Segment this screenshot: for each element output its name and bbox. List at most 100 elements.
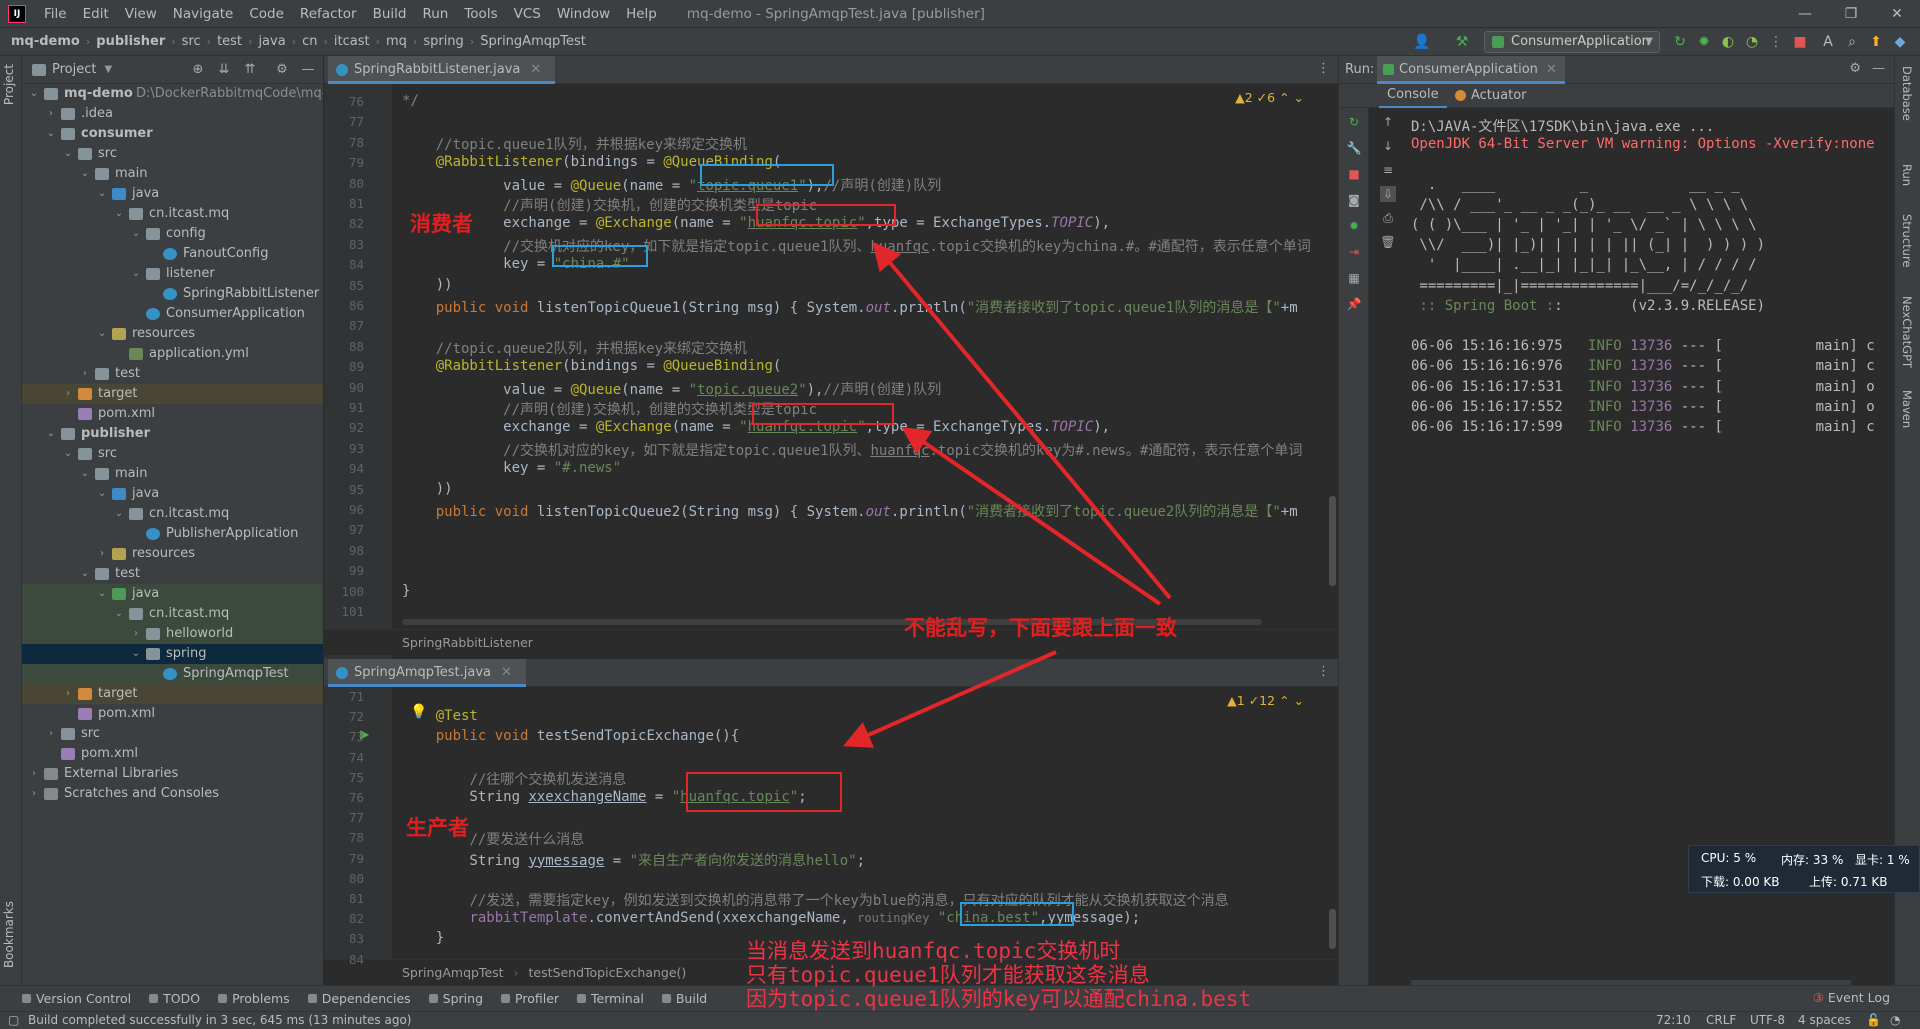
chevron-down-icon[interactable]: ⌄ [45,424,57,444]
tree-item[interactable]: pom.xml [22,404,323,424]
expand-all-icon[interactable]: ⇊ [216,62,232,78]
rerun-icon[interactable]: ↻ [1346,114,1362,130]
code-line[interactable]: //topic.queue2队列，并根据key来绑定交换机 [402,338,747,358]
hide-panel-icon[interactable]: — [300,62,316,78]
menu-file[interactable]: File [36,6,75,22]
more-run-icon[interactable]: ⋮ [1766,32,1786,52]
code-line[interactable]: } [402,930,444,946]
toolwin-problems[interactable]: Problems [214,991,304,1006]
ide-logo-icon[interactable]: ◆ [1890,32,1910,52]
locate-icon[interactable]: ⊕ [190,62,206,78]
crumb-publisher[interactable]: publisher [93,34,168,49]
tree-item[interactable]: ConsumerApplication [22,304,323,324]
chevron-right-icon[interactable]: › [28,784,40,804]
chevron-down-icon[interactable]: ⌄ [45,124,57,144]
crumb-class[interactable]: SpringAmqpTest [402,965,504,980]
chevron-down-icon[interactable]: ⌄ [130,644,142,664]
code-line[interactable]: String yymessage = "来自生产者向你发送的消息hello"; [402,850,865,870]
chevron-down-icon[interactable]: ⌄ [113,604,125,624]
close-tab-icon[interactable]: ✕ [501,665,512,680]
menu-edit[interactable]: Edit [75,6,117,22]
tree-item[interactable]: › resources [22,544,323,564]
tab-springamqptest[interactable]: SpringAmqpTest.java ✕ [328,659,526,687]
chevron-down-icon[interactable]: ⌄ [96,484,108,504]
toolwin-profiler[interactable]: Profiler [497,991,573,1006]
close-tab-icon[interactable]: ✕ [530,62,541,77]
lock-icon[interactable]: 🔓 [1866,1012,1881,1029]
tree-item[interactable]: application.yml [22,344,323,364]
code-line[interactable]: */ [402,93,419,109]
tab-springrabbitlistener[interactable]: SpringRabbitListener.java ✕ [328,56,556,84]
chevron-right-icon[interactable]: › [45,724,57,744]
gear-icon[interactable]: ⚙ [1849,61,1861,76]
tree-item[interactable]: FanoutConfig [22,244,323,264]
code-line[interactable]: )) [402,277,453,293]
nexchatgpt-tool-tab[interactable]: NexChatGPT [1900,296,1914,368]
lightbulb-icon[interactable]: 💡 [410,704,427,720]
toolwin-dependencies[interactable]: Dependencies [304,991,425,1006]
crumb-mq-demo[interactable]: mq-demo [8,34,83,49]
gear-icon[interactable]: ⚙ [274,62,290,78]
code-line[interactable]: public void listenTopicQueue2(String msg… [402,501,1298,521]
crumb-mq[interactable]: mq [383,34,410,49]
coverage-icon[interactable]: ◐ [1718,32,1738,52]
tree-item[interactable]: ⌄ config [22,224,323,244]
chevron-down-icon[interactable]: ⌄ [130,224,142,244]
debug-icon[interactable]: ✹ [1346,218,1362,234]
run-config-select[interactable]: ConsumerApplication ▼ [1484,31,1660,53]
chevron-right-icon[interactable]: › [96,544,108,564]
chevron-down-icon[interactable]: ⌄ [96,324,108,344]
user-icon[interactable]: 👤 [1412,32,1432,52]
tree-item[interactable]: ⌄ main [22,464,323,484]
camera-icon[interactable]: ◙ [1346,192,1362,208]
search-everywhere-icon[interactable]: ⌕ [1842,32,1862,52]
menu-code[interactable]: Code [241,6,292,22]
tree-item[interactable]: › target [22,684,323,704]
tree-item[interactable]: › target [22,384,323,404]
tree-item[interactable]: ⌄ consumer [22,124,323,144]
tree-item[interactable]: ⌄ main [22,164,323,184]
menu-refactor[interactable]: Refactor [292,6,365,22]
tree-item[interactable]: › src [22,724,323,744]
arrow-down-icon[interactable]: ↓ [1380,138,1396,154]
tab-actuator[interactable]: Actuator [1451,84,1535,108]
line-separator[interactable]: CRLF [1706,1012,1736,1029]
tree-item[interactable]: ⌄ java [22,184,323,204]
chevron-down-icon[interactable]: ⌄ [113,204,125,224]
tree-item[interactable]: › .idea [22,104,323,124]
code-line[interactable]: value = @Queue(name = "topic.queue2"),//… [402,379,941,399]
chevron-right-icon[interactable]: › [62,384,74,404]
update-icon[interactable]: ⬆ [1866,32,1886,52]
code-line[interactable]: value = @Queue(name = "topic.queue1"),//… [402,175,941,195]
toolwin-todo[interactable]: TODO [145,991,214,1006]
run-tool-tab[interactable]: Run [1900,164,1914,186]
code-line[interactable]: //交换机对应的key，如下就是指定topic.queue1队列、huanfqc… [402,236,1311,256]
toolwin-build[interactable]: Build [658,991,721,1006]
crumb-method[interactable]: testSendTopicExchange() [529,965,687,980]
inspection-widget[interactable]: ▲1 ✓12 ⌃ ⌄ [1227,693,1304,708]
menu-view[interactable]: View [117,6,165,22]
tree-item[interactable]: › test [22,364,323,384]
toolwin-terminal[interactable]: Terminal [573,991,658,1006]
menu-vcs[interactable]: VCS [506,6,549,22]
tree-item[interactable]: ⌄ src [22,144,323,164]
status-message[interactable]: Build completed successfully in 3 sec, 6… [28,1012,411,1029]
chevron-down-icon[interactable]: ⌄ [96,584,108,604]
chevron-right-icon[interactable]: › [28,764,40,784]
tree-item[interactable]: › Scratches and Consoles [22,784,323,804]
close-tab-icon[interactable]: ✕ [1546,62,1557,77]
chevron-down-icon[interactable]: ⌄ [79,564,91,584]
tree-item[interactable]: ⌄ cn.itcast.mq [22,504,323,524]
soft-wrap-icon[interactable]: ≡ [1380,162,1396,178]
chevron-right-icon[interactable]: › [62,684,74,704]
debug-icon[interactable]: ✹ [1694,32,1714,52]
crumb-java[interactable]: java [255,34,288,49]
restore-icon[interactable]: ❐ [1828,0,1874,28]
file-encoding[interactable]: UTF-8 [1750,1012,1785,1029]
code-line[interactable]: //topic.queue1队列，并根据key来绑定交换机 [402,134,747,154]
toolwin-spring[interactable]: Spring [425,991,497,1006]
code-line[interactable]: //交换机对应的key，如下就是指定topic.queue1队列、huanfqc… [402,440,1302,460]
run-config-tab[interactable]: ConsumerApplication ✕ [1377,56,1565,84]
tree-item[interactable]: ⌄ spring [22,644,323,664]
minimize-icon[interactable]: — [1782,0,1828,28]
